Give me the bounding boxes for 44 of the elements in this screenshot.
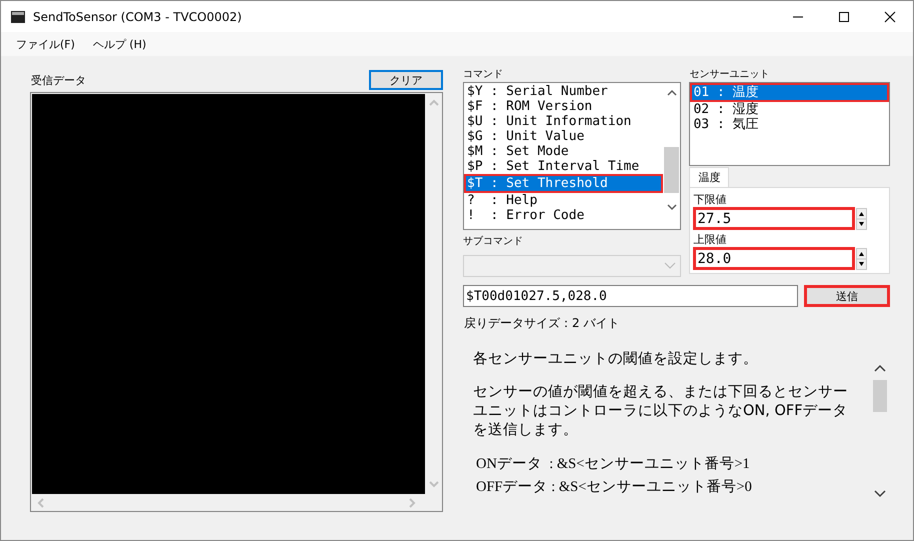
menu-item[interactable]: ファイル(F)	[16, 36, 75, 52]
sensor-unit-item[interactable]: 01 : 温度	[690, 83, 889, 102]
close-icon[interactable]	[884, 10, 896, 22]
send-button[interactable]: 送信	[804, 285, 890, 307]
data-format-line: OFFデータ : &S<センサーユニット番号>0	[476, 478, 753, 496]
scrollbar-thumb[interactable]	[873, 380, 888, 412]
field-label: 上限値	[693, 232, 728, 247]
window-title: SendToSensor (COM3 - TVCO0002)	[33, 10, 242, 24]
spin-input-field[interactable]: 28.0	[693, 247, 856, 270]
subcommand-label: サブコマンド	[463, 235, 524, 249]
field-label: 下限値	[693, 192, 728, 207]
menu-item[interactable]: ヘルプ (H)	[92, 36, 146, 52]
command-item[interactable]: $U : Unit Information	[464, 114, 664, 129]
scroll-down-icon[interactable]	[874, 490, 886, 498]
sensor-unit-item[interactable]: 03 : 気圧	[690, 117, 889, 132]
command-item[interactable]: $G : Unit Value	[464, 129, 664, 144]
sensor-unit-item[interactable]: 02 : 湿度	[690, 102, 889, 117]
clear-button[interactable]: クリア	[369, 70, 443, 90]
command-input-field[interactable]: $T00d01027.5,028.0	[463, 285, 798, 307]
return-size-text: 戻りデータサイズ：2 バイト	[464, 315, 620, 332]
spin-input-field[interactable]: 27.5	[693, 207, 856, 230]
spin-arrows-icon[interactable]	[856, 208, 868, 230]
command-item[interactable]: $F : ROM Version	[464, 99, 664, 114]
description-paragraph: 各センサーユニットの閾値を設定します。	[473, 350, 759, 369]
tab[interactable]: 温度	[689, 167, 730, 187]
scrollbar-thumb[interactable]	[664, 147, 680, 193]
dropdown-caret-icon	[664, 262, 676, 270]
maximize-icon[interactable]	[838, 10, 850, 22]
command-item[interactable]: $P : Set Interval Time	[464, 159, 664, 174]
command-item[interactable]: $Y : Serial Number	[464, 84, 664, 99]
scroll-down-icon[interactable]	[666, 203, 677, 211]
command-item[interactable]: $T : Set Threshold	[464, 174, 664, 193]
description-paragraph: センサーの値が閾値を超える、または下回るとセンサーユニットはコントローラに以下のようなON, OFFデータを送信します。	[473, 383, 849, 440]
command-item[interactable]: ! : Error Code	[464, 208, 664, 223]
command-item[interactable]: $M : Set Mode	[464, 144, 664, 159]
command-label: コマンド	[463, 68, 504, 82]
command-item[interactable]: ? : Help	[464, 193, 664, 208]
scroll-up-icon[interactable]	[874, 364, 886, 372]
scroll-up-icon[interactable]	[666, 89, 677, 97]
data-format-line: ONデータ : &S<センサーユニット番号>1	[476, 455, 751, 473]
received-data-label: 受信データ	[31, 72, 86, 88]
sensor-unit-label: センサーユニット	[689, 68, 770, 82]
app-icon	[11, 10, 25, 24]
spin-arrows-icon[interactable]	[856, 248, 868, 270]
